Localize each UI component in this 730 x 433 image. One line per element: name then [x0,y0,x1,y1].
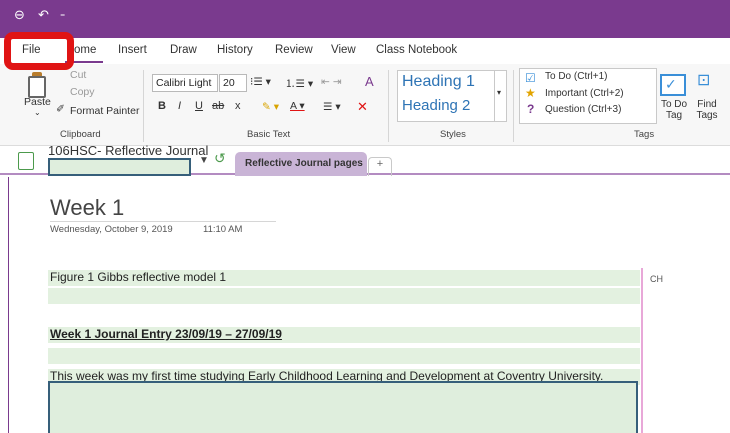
heading-1-style[interactable]: Heading 1 [402,73,475,91]
author-initials: CH [650,274,663,284]
tab-home[interactable]: ome [74,44,96,56]
todo-checkbox-icon: ☑ [525,71,536,85]
basic-text-group-label: Basic Text [247,129,291,140]
numbering-icon[interactable]: ⒈☰ ▾ [285,76,313,91]
copy-button[interactable]: Copy [70,86,95,98]
styles-scroll-down-icon[interactable]: ▾ [497,88,501,97]
tab-class-notebook[interactable]: Class Notebook [376,44,457,56]
ribbon-tabs: File ome Insert Draw History Review View… [0,38,730,64]
indent-icons[interactable]: ⇤ ⇥ [321,76,342,88]
group-separator [513,70,514,142]
bullets-icon[interactable]: ⁝☰ ▾ [250,76,271,88]
undo-icon[interactable]: ↶ [38,8,49,22]
notebook-green-box [48,158,191,176]
format-painter-button[interactable]: Format Painter [70,105,139,117]
tag-important[interactable]: Important (Ctrl+2) [545,88,624,99]
tag-question[interactable]: Question (Ctrl+3) [545,104,621,115]
page-title[interactable]: Week 1 [50,195,124,221]
group-separator [388,70,389,142]
note-container[interactable] [48,381,638,433]
section-tab-reflective-journal-pages[interactable]: Reflective Journal pages [235,152,367,176]
tab-review[interactable]: Review [275,44,313,56]
notebook-back-icon[interactable]: ↺ [214,150,226,167]
find-tags-button[interactable]: Find Tags [694,99,720,121]
title-underline [50,221,276,222]
customize-quick-access-icon[interactable]: ₌ [60,8,65,22]
todo-tag-button[interactable]: To Do Tag [659,99,689,121]
tab-insert[interactable]: Insert [118,44,147,56]
clipboard-group-label: Clipboard [60,129,101,140]
journal-entry-heading[interactable]: Week 1 Journal Entry 23/09/19 – 27/09/19 [48,327,640,343]
check-icon: ✓ [665,76,677,92]
page-time: 11:10 AM [203,224,243,235]
paste-icon[interactable] [28,76,46,98]
delete-icon[interactable]: ✕ [357,99,368,115]
title-bar: ⊖ ↶ ₌ [0,0,730,38]
subscript-button[interactable]: x [235,100,241,112]
font-size-box[interactable]: 20 [219,74,247,92]
page-left-border [8,177,9,433]
bold-button[interactable]: B [158,100,166,112]
italic-button[interactable]: I [178,100,181,112]
tags-group-label: Tags [634,129,655,140]
tag-todo[interactable]: To Do (Ctrl+1) [545,71,608,82]
notebook-icon[interactable] [18,152,34,170]
blank-green-line [48,348,640,364]
star-icon: ★ [525,86,536,100]
tab-view[interactable]: View [331,44,356,56]
highlight-color-icon[interactable]: ✎ ▾ [262,101,279,113]
file-highlight-box [4,32,74,70]
paste-button[interactable]: Paste [24,96,51,108]
add-section-button[interactable]: + [368,157,392,176]
styles-group-label: Styles [440,129,466,140]
paste-dropdown-icon[interactable]: ⌄ [34,108,41,117]
author-margin-bar [641,268,643,433]
question-icon: ? [527,102,535,116]
font-name-box[interactable]: Calibri Light [152,74,218,92]
heading-2-style[interactable]: Heading 2 [402,97,470,114]
figure-caption[interactable]: Figure 1 Gibbs reflective model 1 [48,270,640,286]
cut-button[interactable]: Cut [70,69,86,81]
strikethrough-button[interactable]: ab [212,100,224,112]
back-circle-icon[interactable]: ⊖ [14,8,25,22]
font-color-icon[interactable]: A ▾ [290,100,305,112]
find-tags-icon[interactable]: ⊡ [697,70,710,90]
notebook-dropdown-icon[interactable]: ▼ [199,155,209,166]
notebook-name[interactable]: 106HSC- Reflective Journal [48,143,208,158]
group-separator [143,70,144,142]
clear-formatting-icon[interactable]: A [365,74,374,89]
tab-draw[interactable]: Draw [170,44,197,56]
underline-button[interactable]: U [195,100,203,112]
align-icon[interactable]: ☰ ▾ [323,101,341,113]
blank-green-line [48,288,640,304]
tab-history[interactable]: History [217,44,253,56]
format-painter-icon[interactable]: ✐ [56,103,65,115]
page-date: Wednesday, October 9, 2019 [50,224,173,235]
